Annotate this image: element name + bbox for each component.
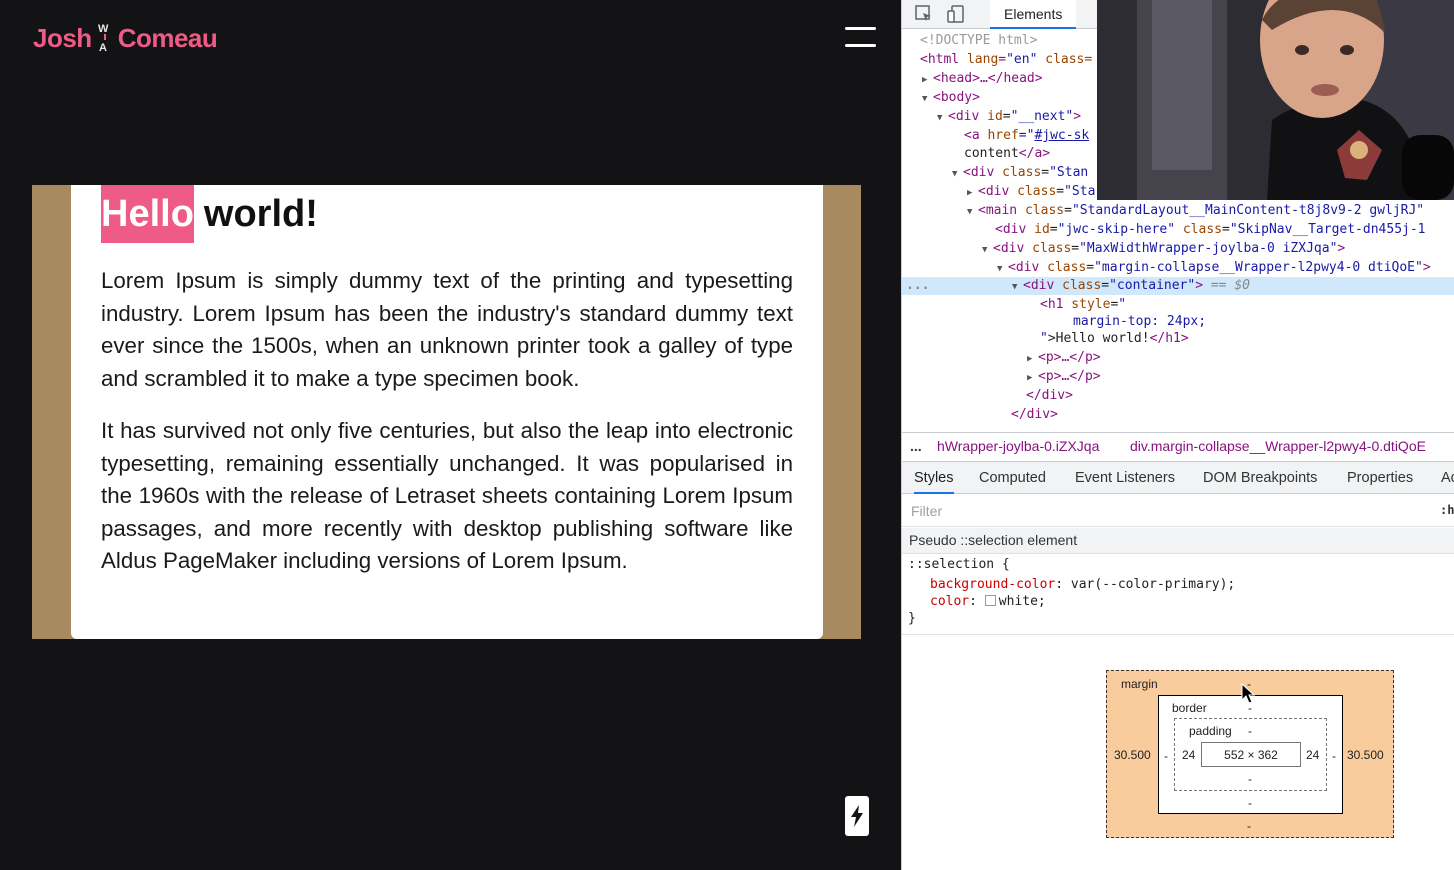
margin-right-value[interactable]: 30.500	[1347, 748, 1384, 762]
margin-left-value[interactable]: 30.500	[1114, 748, 1151, 762]
dom-line[interactable]: ▼ <div class="Stan	[952, 164, 1088, 182]
inspect-element-icon[interactable]	[914, 4, 934, 24]
dom-line[interactable]: <a href="#jwc-sk	[964, 127, 1089, 145]
tab-styles[interactable]: Styles	[914, 462, 954, 494]
article-paragraph-1: Lorem Ipsum is simply dummy text of the …	[101, 268, 793, 391]
rule-declaration[interactable]: background-color: var(--color-primary);	[930, 576, 1235, 594]
rule-selector[interactable]: ::selection {	[908, 556, 1010, 574]
article-container: Hello world! Lorem Ipsum is simply dummy…	[71, 185, 823, 639]
hamburger-menu-icon[interactable]	[845, 25, 876, 49]
webcam-overlay	[1097, 0, 1454, 200]
logo-first-name: Josh	[33, 22, 92, 53]
border-label: border	[1172, 701, 1207, 715]
css-rule: ::selection { background-color: var(--co…	[902, 555, 1454, 635]
styles-pane-tabs: Styles Computed Event Listeners DOM Brea…	[902, 461, 1454, 494]
breadcrumb-more[interactable]: ...	[910, 438, 922, 454]
dom-line[interactable]: ▶ <head>…</head>	[922, 70, 1043, 88]
breadcrumb: ... hWrapper-joylba-0.iZXJqa div.margin-…	[902, 432, 1454, 460]
box-model-content[interactable]: 552 × 362	[1201, 742, 1301, 767]
padding-left-value[interactable]: 24	[1182, 748, 1195, 762]
border-bottom-value[interactable]: -	[1248, 796, 1252, 810]
website-viewport: Josh W A Comeau Hello world! Lorem Ipsum…	[0, 0, 900, 870]
styles-filter-input[interactable]	[905, 499, 1425, 523]
dom-line[interactable]: <!DOCTYPE html>	[920, 32, 1037, 50]
styles-filter-row: :h	[902, 495, 1454, 527]
site-logo[interactable]: Josh W A Comeau	[33, 20, 218, 56]
dom-line[interactable]: ▼ <main class="StandardLayout__MainConten…	[967, 202, 1424, 220]
box-model-diagram: margin - - 30.500 30.500 border - - - - …	[1106, 670, 1394, 838]
rule-declaration[interactable]: color: white;	[930, 593, 1046, 611]
dom-line[interactable]: ▼ <div id="__next">	[937, 108, 1081, 126]
mouse-cursor-icon	[1241, 683, 1255, 704]
article-heading: Hello world!	[101, 185, 318, 243]
dom-line-selected[interactable]: ... ▼ <div class="container"> == $0	[902, 277, 1454, 295]
dom-line[interactable]: ▶ <div class="Sta	[967, 183, 1095, 201]
dom-line[interactable]: <h1 style="	[1040, 296, 1126, 314]
box-model-border: border - - - - padding - - 24 24 552 × 3…	[1158, 695, 1343, 814]
dom-line[interactable]: ▶ <p>…</p>	[1027, 368, 1101, 386]
rule-close: }	[908, 611, 916, 626]
margin-label: margin	[1121, 677, 1158, 691]
padding-label: padding	[1189, 724, 1232, 738]
tab-accessibility[interactable]: Ac	[1441, 462, 1454, 494]
article-paragraph-2: It has survived not only five centuries,…	[101, 418, 793, 573]
margin-bottom-value[interactable]: -	[1247, 819, 1251, 833]
lightning-bolt-button[interactable]	[845, 796, 869, 836]
dom-line[interactable]: <html lang="en" class=	[920, 51, 1092, 69]
pseudo-element-header: Pseudo ::selection element	[902, 528, 1454, 554]
hover-state-toggle[interactable]: :h	[1440, 503, 1454, 517]
box-model-padding: padding - - 24 24 552 × 362	[1174, 718, 1327, 791]
tab-event-listeners[interactable]: Event Listeners	[1075, 462, 1175, 494]
tab-dom-breakpoints[interactable]: DOM Breakpoints	[1203, 462, 1317, 494]
dom-line[interactable]: ">Hello world!</h1>	[1040, 330, 1189, 348]
logo-mark-top: W	[98, 23, 109, 35]
dom-line[interactable]: </div>	[1011, 406, 1058, 424]
dom-line[interactable]: </div>	[1026, 387, 1073, 405]
border-left-value[interactable]: -	[1164, 749, 1168, 763]
padding-top-value[interactable]: -	[1248, 724, 1252, 738]
padding-bottom-value[interactable]: -	[1248, 772, 1252, 786]
logo-last-name: Comeau	[117, 22, 218, 53]
dom-line[interactable]: <div id="jwc-skip-here" class="SkipNav__…	[995, 221, 1426, 239]
tab-elements[interactable]: Elements	[990, 0, 1077, 29]
logo-mark-icon: W A	[94, 20, 116, 56]
dom-line[interactable]: ▼ <body>	[922, 89, 980, 107]
heading-rest: world!	[203, 192, 318, 235]
dom-line[interactable]: ▼ <div class="margin-collapse__Wrapper-l2…	[997, 259, 1431, 277]
dom-line[interactable]: margin-top: 24px;	[1073, 313, 1206, 331]
breadcrumb-item[interactable]: div.margin-collapse__Wrapper-l2pwy4-0.dt…	[1130, 438, 1426, 454]
tab-properties[interactable]: Properties	[1347, 462, 1413, 494]
tab-computed[interactable]: Computed	[979, 462, 1046, 494]
breadcrumb-item[interactable]: hWrapper-joylba-0.iZXJqa	[937, 438, 1099, 454]
dom-line[interactable]: content</a>	[964, 145, 1050, 163]
selected-text-highlight: Hello	[101, 185, 194, 243]
lightning-bolt-icon	[851, 805, 863, 827]
presenter-video-image	[1097, 0, 1454, 200]
device-toolbar-icon[interactable]	[946, 4, 966, 24]
color-swatch-icon[interactable]	[984, 595, 996, 606]
dom-line[interactable]: ▶ <p>…</p>	[1027, 349, 1101, 367]
border-right-value[interactable]: -	[1332, 749, 1336, 763]
padding-right-value[interactable]: 24	[1306, 748, 1319, 762]
logo-mark-bottom: A	[99, 42, 107, 54]
dom-line[interactable]: ▼ <div class="MaxWidthWrapper-joylba-0 iZ…	[982, 240, 1345, 258]
